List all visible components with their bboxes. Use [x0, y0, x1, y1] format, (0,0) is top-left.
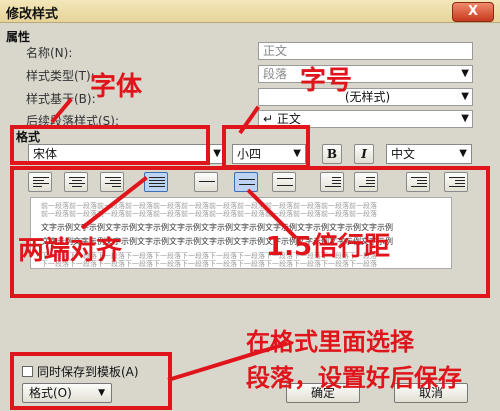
style-type-value: 段落	[263, 67, 288, 81]
name-field[interactable]: 正文	[258, 42, 473, 60]
window-title: 修改样式	[6, 7, 59, 22]
font-highlight-box	[10, 125, 210, 165]
italic-button[interactable]: I	[354, 144, 374, 164]
chevron-down-icon: ▼	[213, 148, 221, 159]
justify-annotation: 两端对齐	[18, 236, 123, 266]
chevron-down-icon: ▼	[459, 148, 467, 159]
style-type-select[interactable]: 段落 ▼	[258, 65, 473, 83]
font-annotation: 字体	[90, 72, 143, 102]
language-value: 中文	[391, 147, 416, 161]
name-label: 名称(N):	[26, 46, 73, 60]
chevron-down-icon: ▼	[461, 68, 469, 79]
next-style-value: ↵ 正文	[263, 112, 301, 126]
properties-heading: 属性	[6, 30, 31, 44]
language-select[interactable]: 中文 ▼	[386, 144, 472, 164]
instruction-annotation-line1: 在格式里面选择	[246, 328, 414, 356]
font-size-annotation: 字号	[300, 66, 353, 96]
chevron-down-icon: ▼	[461, 113, 469, 124]
close-button[interactable]: X	[452, 2, 494, 22]
font-size-highlight-box	[222, 125, 310, 169]
style-type-label: 样式类型(T):	[26, 69, 95, 83]
title-bar: 修改样式 X	[0, 0, 500, 23]
bold-button[interactable]: B	[322, 144, 342, 164]
spacing-annotation: 1.5倍行距	[266, 232, 391, 262]
based-on-select[interactable]: (无样式) ▼	[258, 88, 473, 106]
instruction-annotation-line2: 段落，设置好后保存	[246, 364, 462, 392]
format-button-highlight-box	[10, 352, 172, 410]
based-on-label: 样式基于(B):	[26, 92, 96, 106]
chevron-down-icon: ▼	[461, 91, 469, 102]
